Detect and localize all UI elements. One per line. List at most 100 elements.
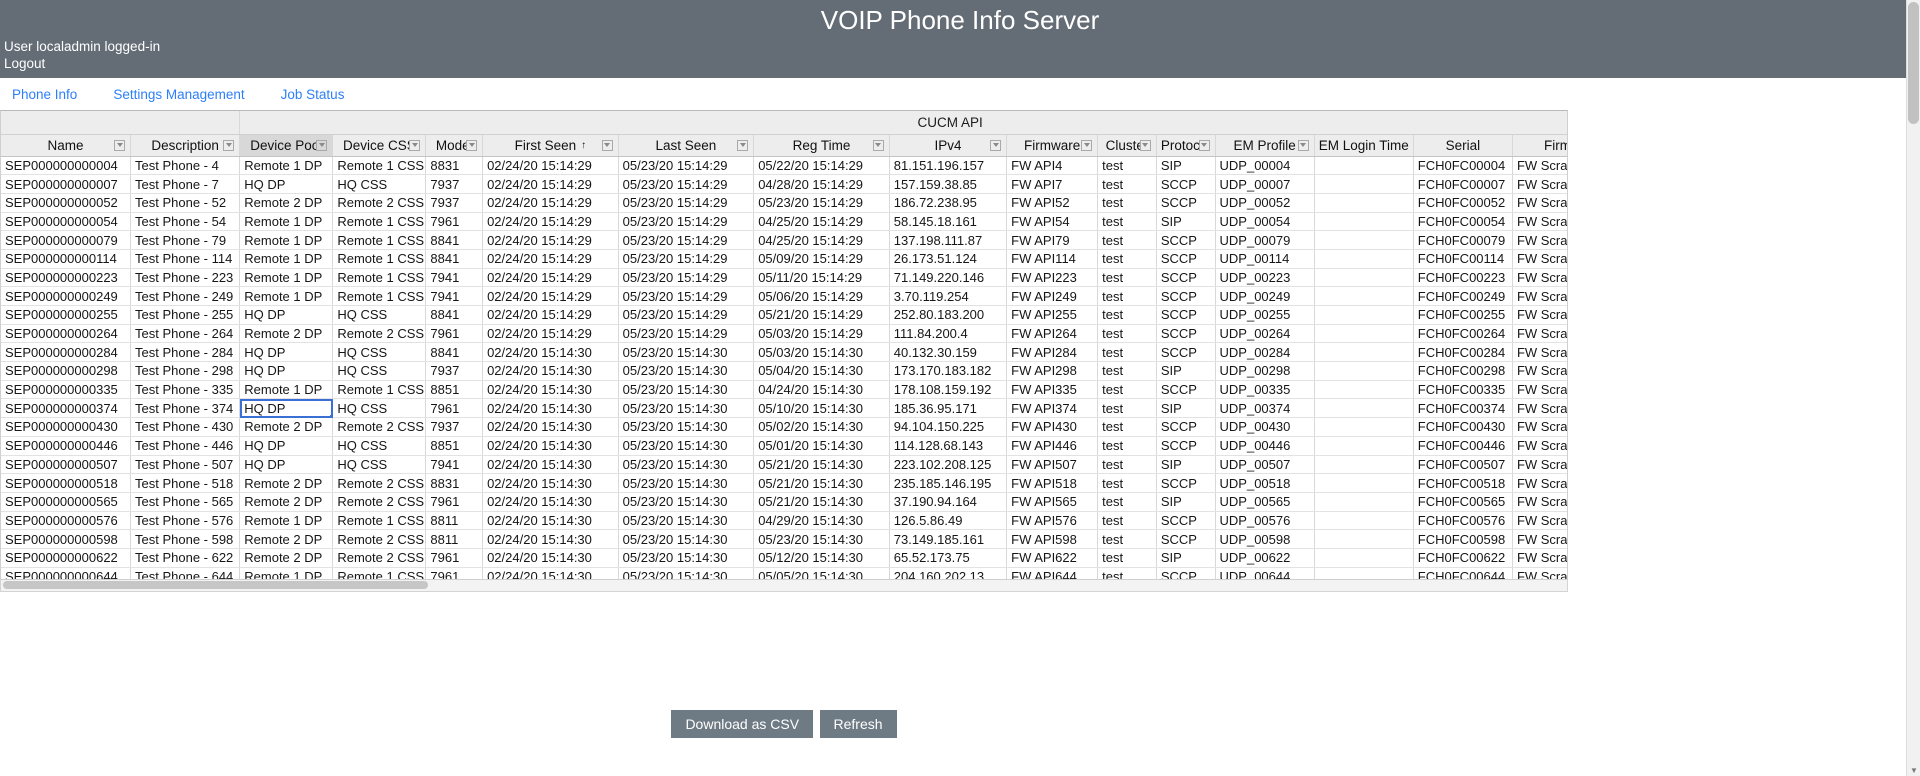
cell-name[interactable]: SEP000000000335 (1, 380, 131, 400)
cell-em_login[interactable] (1314, 380, 1414, 400)
cell-device_css[interactable]: Remote 1 CSS (332, 286, 427, 306)
cell-firmware2[interactable]: FW Scrape598 (1512, 529, 1567, 549)
cell-description[interactable]: Test Phone - 430 (130, 417, 241, 437)
cell-model[interactable]: 7937 (425, 193, 484, 213)
cell-em_profile[interactable]: UDP_00284 (1215, 342, 1315, 363)
cell-em_login[interactable] (1314, 342, 1414, 363)
cell-description[interactable]: Test Phone - 622 (130, 548, 241, 568)
table-row[interactable]: SEP000000000284 Test Phone - 284 HQ DP HQ C… (1, 342, 1567, 363)
table-row[interactable]: SEP000000000518 Test Phone - 518 Remote 2 … (1, 473, 1567, 493)
cell-protocol[interactable]: SIP (1156, 455, 1216, 475)
cell-em_profile[interactable]: UDP_00335 (1215, 380, 1315, 400)
cell-device_pool[interactable]: Remote 2 DP (239, 193, 334, 213)
cell-description[interactable]: Test Phone - 54 (130, 212, 241, 232)
cell-firmware[interactable]: FW API52 (1006, 193, 1099, 213)
cell-ipv4[interactable]: 3.70.119.254 (889, 286, 1008, 306)
cell-model[interactable]: 8841 (425, 249, 484, 269)
cell-device_css[interactable]: HQ CSS (332, 361, 427, 381)
cell-cluster[interactable]: test (1097, 473, 1157, 493)
cell-reg_time[interactable]: 05/11/20 15:14:29 (753, 268, 890, 288)
cell-firmware2[interactable]: FW Scrape249 (1512, 286, 1567, 306)
cell-em_login[interactable] (1314, 548, 1414, 568)
cell-last_seen[interactable]: 05/23/20 15:14:30 (618, 567, 755, 579)
cell-serial[interactable]: FCH0FC00114 (1413, 249, 1513, 269)
refresh-button[interactable]: Refresh (819, 710, 897, 738)
cell-cluster[interactable]: test (1097, 417, 1157, 437)
cell-reg_time[interactable]: 05/21/20 15:14:29 (753, 305, 890, 325)
table-row[interactable]: SEP000000000052 Test Phone - 52 Remote 2 D… (1, 193, 1567, 213)
cell-first_seen[interactable]: 02/24/20 15:14:30 (482, 548, 619, 568)
cell-cluster[interactable]: test (1097, 492, 1157, 512)
cell-device_pool[interactable]: Remote 1 DP (239, 212, 334, 232)
cell-serial[interactable]: FCH0FC00430 (1413, 417, 1513, 437)
cell-firmware2[interactable]: FW Scrape79 (1512, 230, 1567, 250)
nav-item-phone-info[interactable]: Phone Info (12, 87, 99, 102)
cell-description[interactable]: Test Phone - 7 (130, 174, 241, 194)
cell-firmware2[interactable]: FW Scrape335 (1512, 380, 1567, 400)
cell-em_profile[interactable]: UDP_00446 (1215, 436, 1315, 456)
cell-protocol[interactable]: SIP (1156, 398, 1216, 419)
cell-ipv4[interactable]: 71.149.220.146 (889, 268, 1008, 288)
cell-device_css[interactable]: HQ CSS (332, 436, 427, 456)
cell-em_profile[interactable]: UDP_00054 (1215, 212, 1315, 232)
cell-firmware[interactable]: FW API430 (1006, 417, 1099, 437)
cell-protocol[interactable]: SIP (1156, 548, 1216, 568)
table-row[interactable]: SEP000000000565 Test Phone - 565 Remote 2 … (1, 492, 1567, 512)
cell-em_login[interactable] (1314, 249, 1414, 269)
table-row[interactable]: SEP000000000079 Test Phone - 79 Remote 1 D… (1, 230, 1567, 250)
cell-device_pool[interactable]: Remote 1 DP (239, 249, 334, 269)
cell-device_pool[interactable]: HQ DP (239, 361, 334, 381)
table-row[interactable]: SEP000000000007 Test Phone - 7 HQ DP HQ CSS… (1, 174, 1567, 194)
cell-device_css[interactable]: HQ CSS (332, 305, 427, 325)
cell-first_seen[interactable]: 02/24/20 15:14:29 (482, 268, 619, 288)
cell-description[interactable]: Test Phone - 114 (130, 249, 241, 269)
cell-em_login[interactable] (1314, 361, 1414, 381)
cell-cluster[interactable]: test (1097, 529, 1157, 549)
cell-em_profile[interactable]: UDP_00249 (1215, 286, 1315, 306)
cell-first_seen[interactable]: 02/24/20 15:14:30 (482, 380, 619, 400)
cell-firmware2[interactable]: FW Scrape507 (1512, 455, 1567, 475)
cell-description[interactable]: Test Phone - 264 (130, 324, 241, 344)
cell-cluster[interactable]: test (1097, 548, 1157, 568)
cell-first_seen[interactable]: 02/24/20 15:14:30 (482, 361, 619, 381)
nav-item-settings-management[interactable]: Settings Management (113, 87, 266, 102)
cell-ipv4[interactable]: 94.104.150.225 (889, 417, 1008, 437)
cell-last_seen[interactable]: 05/23/20 15:14:29 (618, 212, 755, 232)
column-header-reg_time[interactable]: Reg Time (753, 133, 890, 157)
cell-cluster[interactable]: test (1097, 511, 1157, 531)
cell-name[interactable]: SEP000000000598 (1, 529, 131, 549)
filter-dropdown-icon-firmware[interactable] (1081, 139, 1093, 151)
cell-firmware2[interactable]: FW Scrape565 (1512, 492, 1567, 512)
cell-model[interactable]: 7937 (425, 417, 484, 437)
cell-ipv4[interactable]: 81.151.196.157 (889, 156, 1008, 176)
cell-first_seen[interactable]: 02/24/20 15:14:29 (482, 212, 619, 232)
cell-device_css[interactable]: Remote 2 CSS (332, 324, 427, 344)
cell-name[interactable]: SEP000000000518 (1, 473, 131, 493)
cell-reg_time[interactable]: 05/03/20 15:14:29 (753, 324, 890, 344)
cell-ipv4[interactable]: 186.72.238.95 (889, 193, 1008, 213)
cell-name[interactable]: SEP000000000052 (1, 193, 131, 213)
cell-firmware2[interactable]: FW Scrape576 (1512, 511, 1567, 531)
cell-first_seen[interactable]: 02/24/20 15:14:30 (482, 529, 619, 549)
table-row[interactable]: SEP000000000644 Test Phone - 644 Remote 1 … (1, 567, 1567, 579)
cell-name[interactable]: SEP000000000264 (1, 324, 131, 344)
cell-device_css[interactable]: Remote 2 CSS (332, 417, 427, 437)
cell-protocol[interactable]: SCCP (1156, 193, 1216, 213)
cell-name[interactable]: SEP000000000223 (1, 268, 131, 288)
cell-last_seen[interactable]: 05/23/20 15:14:29 (618, 286, 755, 306)
cell-ipv4[interactable]: 114.128.68.143 (889, 436, 1008, 456)
phone-info-grid[interactable]: CUCM API Name Description Device Pool Devic… (0, 110, 1568, 580)
cell-reg_time[interactable]: 05/02/20 15:14:30 (753, 417, 890, 437)
cell-protocol[interactable]: SIP (1156, 361, 1216, 381)
cell-description[interactable]: Test Phone - 335 (130, 380, 241, 400)
cell-first_seen[interactable]: 02/24/20 15:14:29 (482, 193, 619, 213)
cell-serial[interactable]: FCH0FC00249 (1413, 286, 1513, 306)
column-header-cluster[interactable]: Cluster (1097, 133, 1157, 157)
cell-ipv4[interactable]: 178.108.159.192 (889, 380, 1008, 400)
cell-reg_time[interactable]: 04/28/20 15:14:29 (753, 174, 890, 194)
cell-name[interactable]: SEP000000000446 (1, 436, 131, 456)
cell-ipv4[interactable]: 157.159.38.85 (889, 174, 1008, 194)
cell-cluster[interactable]: test (1097, 305, 1157, 325)
cell-model[interactable]: 8841 (425, 230, 484, 250)
cell-em_login[interactable] (1314, 230, 1414, 250)
